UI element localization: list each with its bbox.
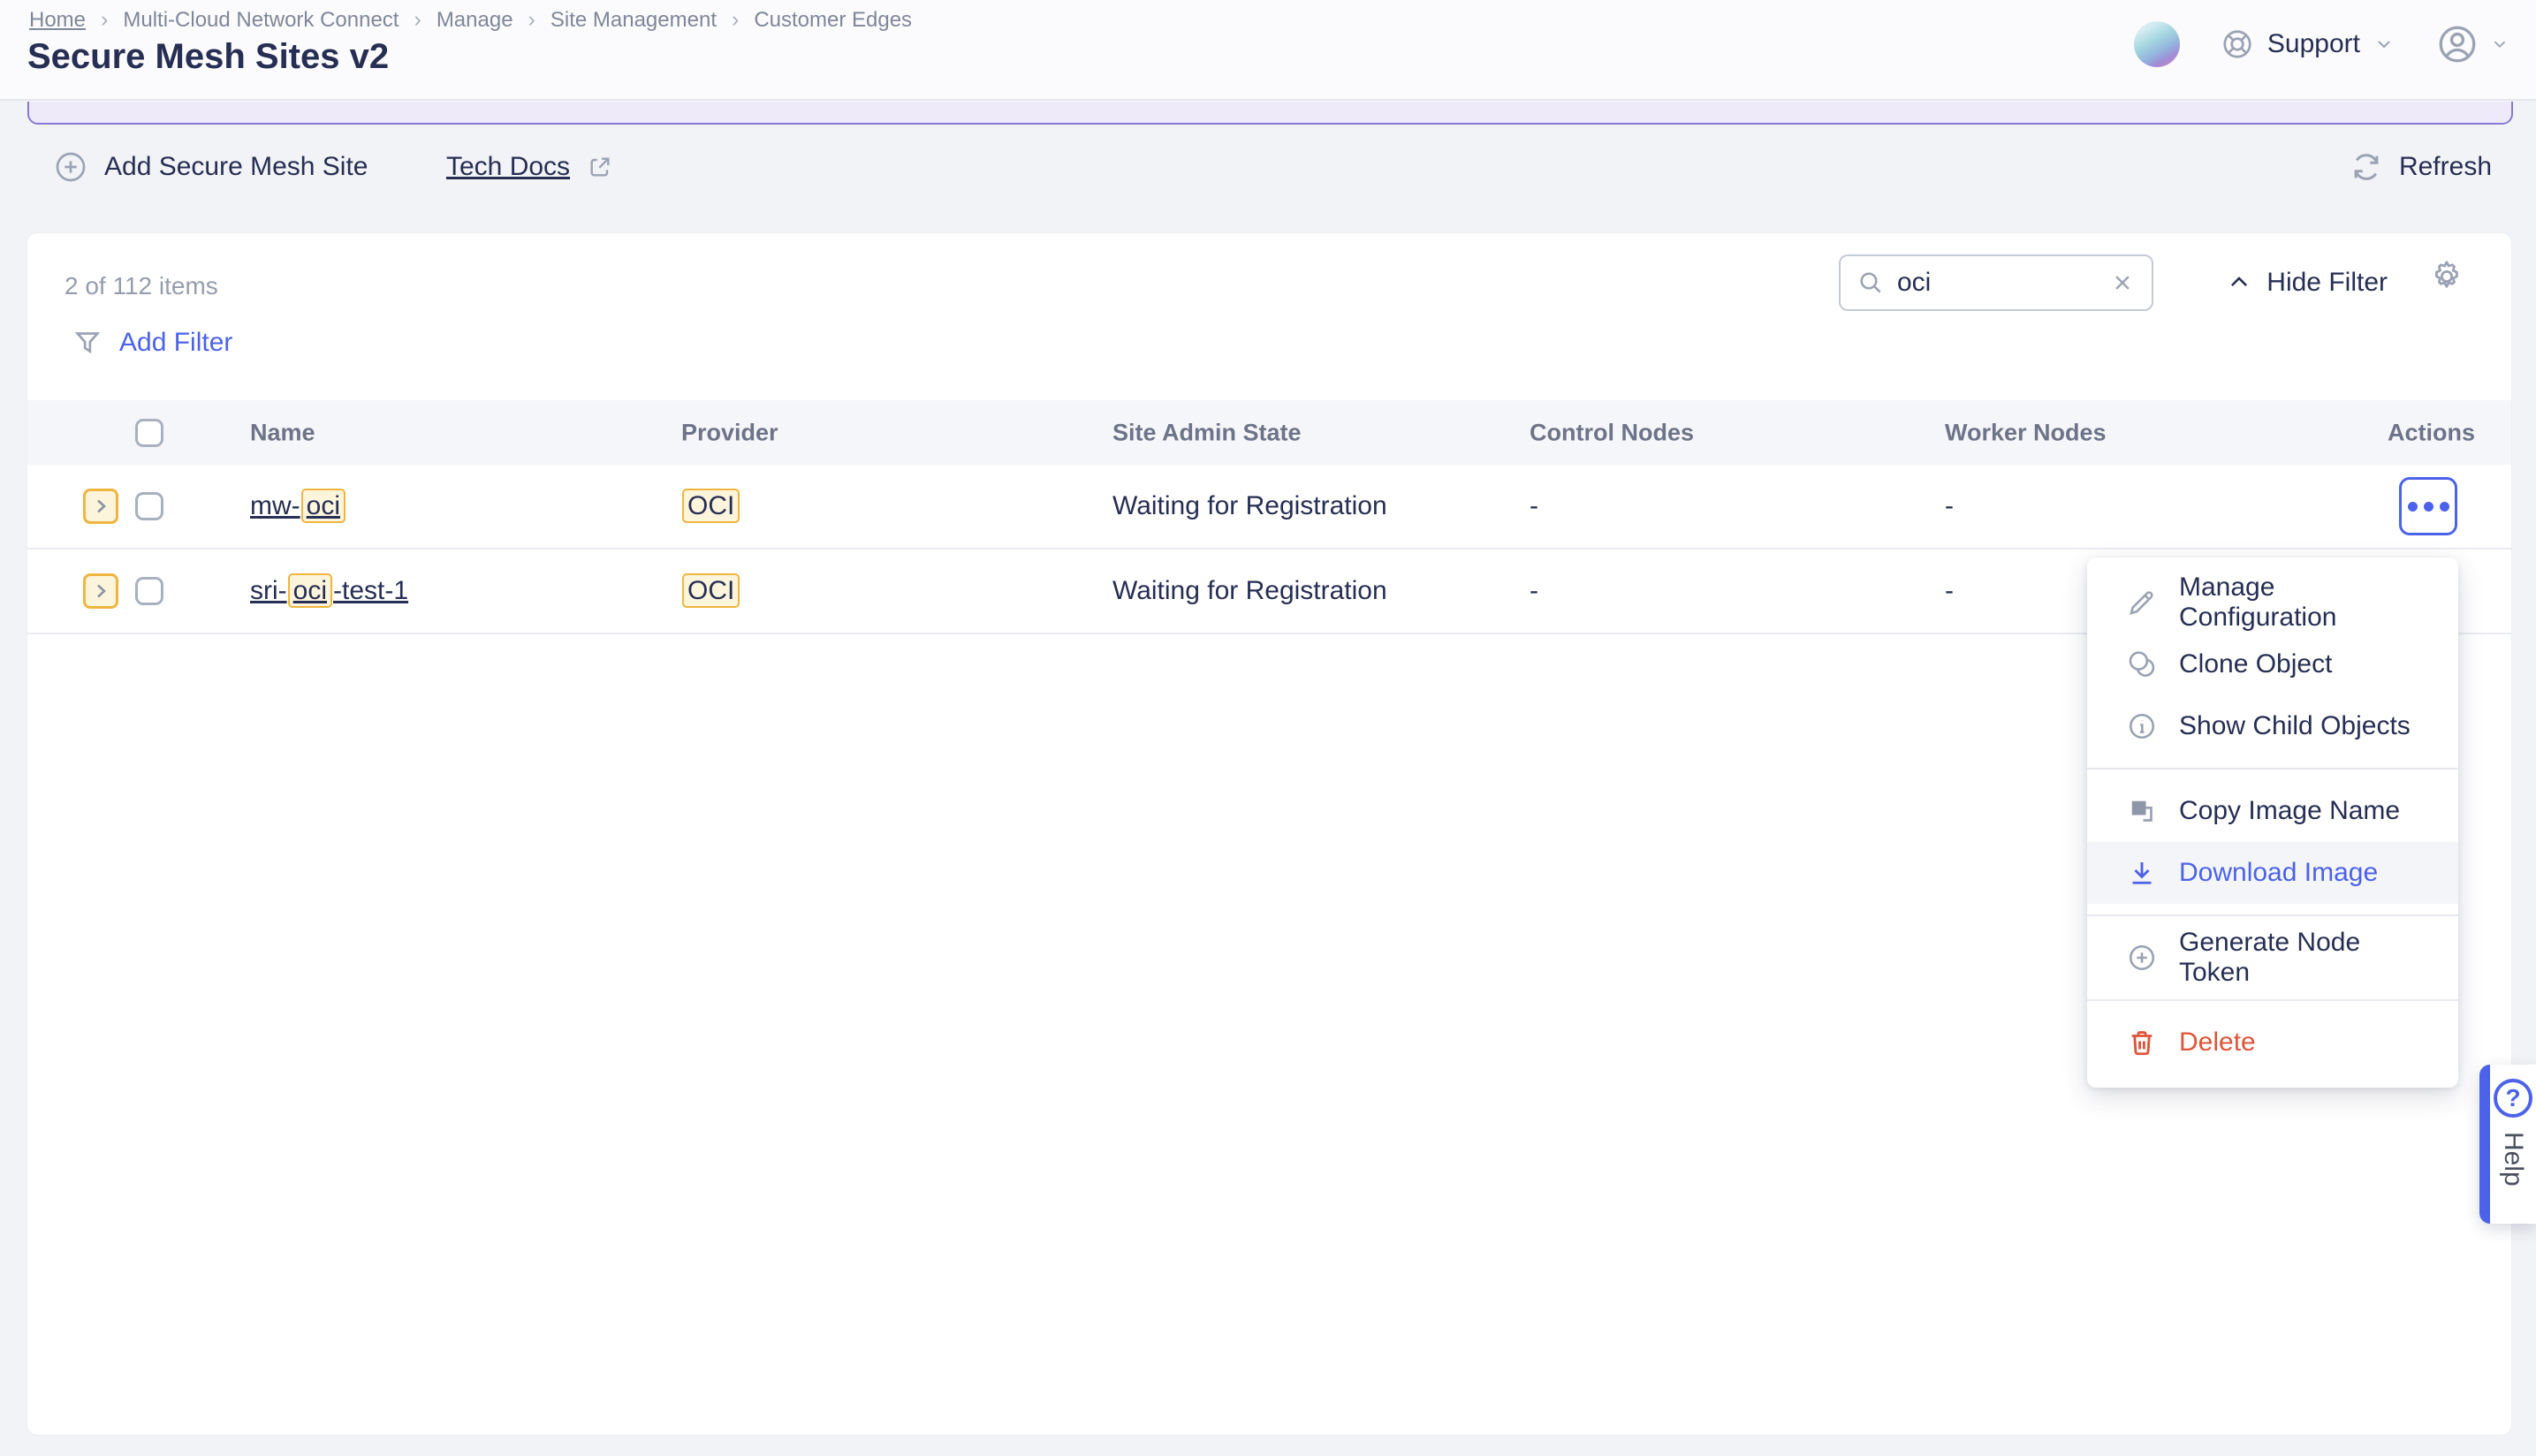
tech-docs-label: Tech Docs	[446, 152, 571, 181]
menu-divider	[2087, 999, 2458, 1001]
refresh-button[interactable]: Refresh	[2350, 147, 2492, 187]
breadcrumb-site-management[interactable]: Site Management	[550, 8, 717, 33]
support-label: Support	[2266, 29, 2360, 58]
help-tab-accent-bar	[2479, 1065, 2490, 1224]
chevron-up-icon	[2226, 269, 2252, 296]
search-match-highlight: oci	[300, 489, 346, 523]
menu-divider	[2087, 768, 2458, 770]
assistant-orb-icon[interactable]	[2133, 21, 2180, 67]
help-tab[interactable]: ? Help	[2479, 1065, 2536, 1224]
lifebuoy-icon	[2221, 27, 2254, 61]
notice-banner-clip	[27, 102, 2514, 127]
column-header-provider: Provider	[681, 419, 778, 445]
site-name-link[interactable]: sri-oci -test-1	[250, 573, 408, 608]
menu-item-copy-image-name[interactable]: Copy Image Name	[2087, 780, 2458, 842]
items-count: 2 of 112 items	[65, 272, 218, 300]
avatar-icon	[2435, 22, 2479, 66]
clear-search-icon[interactable]	[2109, 269, 2136, 296]
app-root: Home › Multi-Cloud Network Connect › Man…	[0, 0, 2536, 1456]
table-row: mw-oci OCI Waiting for Registration - -	[27, 465, 2511, 550]
hide-filter-label: Hide Filter	[2266, 268, 2388, 297]
breadcrumb-customer-edges[interactable]: Customer Edges	[754, 8, 912, 33]
menu-item-delete[interactable]: Delete	[2087, 1012, 2458, 1073]
filter-funnel-icon	[72, 327, 103, 359]
provider-badge: OCI	[682, 489, 740, 523]
chevron-right-icon: ›	[528, 7, 535, 32]
header-actions: Support	[2133, 0, 2509, 88]
menu-item-manage-configuration[interactable]: Manage Configuration	[2087, 572, 2458, 633]
search-match-highlight: oci	[287, 573, 333, 608]
chevron-down-icon	[2373, 34, 2395, 55]
row-checkbox[interactable]	[135, 492, 163, 520]
trash-icon	[2126, 1027, 2158, 1058]
tech-docs-link[interactable]: Tech Docs	[446, 147, 614, 187]
top-header: Home › Multi-Cloud Network Connect › Man…	[0, 0, 2536, 101]
add-secure-mesh-site-label: Add Secure Mesh Site	[104, 152, 368, 181]
question-mark-icon: ?	[2494, 1079, 2532, 1118]
breadcrumb: Home › Multi-Cloud Network Connect › Man…	[29, 7, 912, 33]
menu-item-download-image[interactable]: Download Image	[2087, 842, 2458, 904]
select-all-checkbox[interactable]	[135, 418, 163, 447]
column-header-site-admin-state: Site Admin State	[1112, 419, 1302, 445]
menu-item-show-child-objects[interactable]: Show Child Objects	[2087, 695, 2458, 757]
expand-row-icon[interactable]	[83, 573, 118, 609]
support-menu[interactable]: Support	[2221, 27, 2395, 61]
table-header-row: Name Provider Site Admin State Control N…	[27, 400, 2511, 465]
help-label: Help	[2499, 1132, 2528, 1187]
pencil-icon	[2126, 587, 2158, 618]
breadcrumb-multi-cloud-network-connect[interactable]: Multi-Cloud Network Connect	[123, 8, 399, 33]
table-settings-gear-icon[interactable]	[2428, 258, 2465, 295]
refresh-label: Refresh	[2398, 152, 2492, 181]
chevron-right-icon: ›	[731, 7, 740, 32]
search-input[interactable]	[1897, 268, 2097, 298]
chevron-right-icon: ›	[414, 7, 421, 32]
add-secure-mesh-site-button[interactable]: Add Secure Mesh Site	[53, 147, 368, 187]
menu-item-clone-object[interactable]: Clone Object	[2087, 633, 2458, 695]
provider-badge: OCI	[682, 573, 740, 608]
notice-banner	[27, 102, 2513, 125]
worker-nodes-value: -	[1945, 576, 1954, 605]
breadcrumb-home[interactable]: Home	[29, 8, 86, 33]
row-actions-menu: Manage Configuration Clone Object Show C…	[2087, 557, 2458, 1088]
site-admin-state: Waiting for Registration	[1112, 576, 1387, 605]
site-admin-state: Waiting for Registration	[1112, 491, 1387, 520]
account-menu[interactable]	[2435, 22, 2509, 66]
breadcrumb-manage[interactable]: Manage	[437, 8, 513, 33]
plus-circle-icon	[53, 149, 88, 185]
row-actions-button[interactable]	[2399, 477, 2457, 535]
info-icon	[2126, 710, 2158, 742]
copy-icon	[2126, 795, 2158, 827]
column-header-actions: Actions	[2387, 419, 2475, 445]
chevron-down-icon	[2490, 34, 2509, 54]
control-nodes-value: -	[1530, 576, 1538, 605]
menu-item-generate-node-token[interactable]: Generate Node Token	[2087, 927, 2458, 989]
download-icon	[2126, 857, 2158, 889]
worker-nodes-value: -	[1945, 491, 1954, 520]
hide-filter-toggle[interactable]: Hide Filter	[2226, 254, 2388, 311]
row-checkbox[interactable]	[135, 577, 163, 605]
menu-divider	[2087, 914, 2458, 916]
site-name-link[interactable]: mw-oci	[250, 489, 346, 523]
search-icon	[1856, 269, 1885, 297]
chevron-right-icon: ›	[101, 7, 109, 32]
refresh-icon	[2350, 150, 2383, 184]
add-filter-button[interactable]: Add Filter	[72, 327, 232, 359]
clone-icon	[2126, 648, 2158, 680]
page-title: Secure Mesh Sites v2	[27, 37, 390, 76]
expand-row-icon[interactable]	[83, 489, 118, 524]
column-header-control-nodes: Control Nodes	[1530, 419, 1694, 445]
plus-circle-icon	[2126, 942, 2158, 974]
column-header-worker-nodes: Worker Nodes	[1945, 419, 2107, 445]
column-header-name: Name	[250, 419, 315, 445]
external-link-icon	[586, 153, 614, 181]
control-nodes-value: -	[1530, 491, 1538, 520]
search-box	[1839, 254, 2153, 311]
add-filter-label: Add Filter	[119, 328, 233, 357]
